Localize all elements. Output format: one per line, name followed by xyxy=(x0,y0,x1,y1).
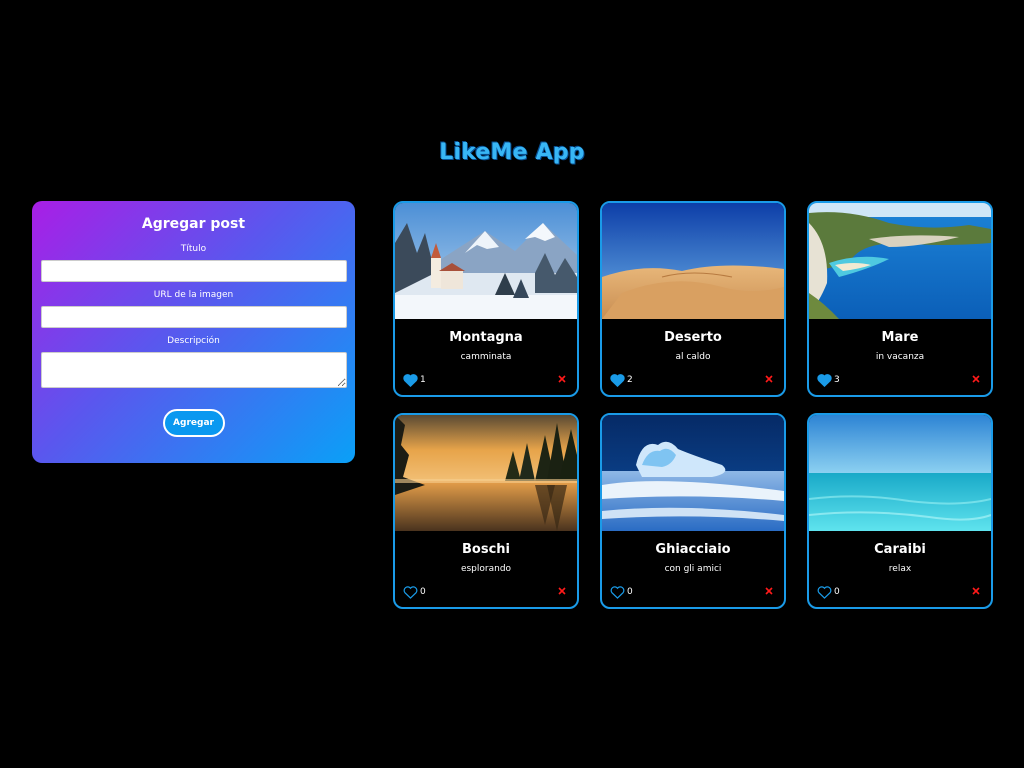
post-title: Ghiacciaio xyxy=(655,542,731,557)
post-image xyxy=(395,415,577,531)
post-title: Montagna xyxy=(449,330,523,345)
delete-icon[interactable] xyxy=(763,585,775,597)
like-count: 0 xyxy=(627,587,633,597)
post-description: relax xyxy=(888,564,912,574)
form-heading: Agregar post xyxy=(141,216,246,232)
delete-icon[interactable] xyxy=(970,373,982,385)
post-image xyxy=(809,203,991,319)
delete-icon[interactable] xyxy=(556,373,568,385)
like-button[interactable]: 1 xyxy=(403,373,426,387)
image-url-input[interactable] xyxy=(40,306,347,328)
post-image xyxy=(602,203,784,319)
post-title: Boschi xyxy=(462,542,510,557)
like-count: 0 xyxy=(420,587,426,597)
post-card: Montagna camminata 1 xyxy=(393,201,579,397)
post-title: Deserto xyxy=(664,330,722,345)
post-description: con gli amici xyxy=(664,564,722,574)
post-card: Deserto al caldo 2 xyxy=(600,201,786,397)
like-count: 3 xyxy=(834,375,840,385)
image-url-label: URL de la imagen xyxy=(153,290,234,300)
post-description: esplorando xyxy=(460,564,512,574)
heart-filled-icon xyxy=(610,373,625,387)
like-button[interactable]: 0 xyxy=(817,585,840,599)
post-title: Caraibi xyxy=(874,542,926,557)
post-card: Boschi esplorando 0 xyxy=(393,413,579,609)
like-button[interactable]: 2 xyxy=(610,373,633,387)
post-image xyxy=(809,415,991,531)
heart-filled-icon xyxy=(403,373,418,387)
post-description: camminata xyxy=(460,352,512,362)
description-textarea[interactable] xyxy=(40,352,347,388)
title-input[interactable] xyxy=(40,260,347,282)
delete-icon[interactable] xyxy=(556,585,568,597)
like-button[interactable]: 0 xyxy=(610,585,633,599)
like-button[interactable]: 3 xyxy=(817,373,840,387)
like-count: 1 xyxy=(420,375,426,385)
post-description: al caldo xyxy=(675,352,711,362)
like-button[interactable]: 0 xyxy=(403,585,426,599)
heart-outline-icon xyxy=(610,585,625,599)
add-post-button[interactable]: Agregar xyxy=(162,409,225,437)
description-label: Descripción xyxy=(167,336,220,346)
post-image xyxy=(602,415,784,531)
posts-grid: Montagna camminata 1 Deserto al caldo 2 … xyxy=(393,201,995,611)
app-title: LikeMe App xyxy=(439,140,585,165)
post-title: Mare xyxy=(881,330,919,345)
heart-outline-icon xyxy=(403,585,418,599)
post-card: Ghiacciaio con gli amici 0 xyxy=(600,413,786,609)
post-description: in vacanza xyxy=(875,352,925,362)
like-count: 2 xyxy=(627,375,633,385)
heart-filled-icon xyxy=(817,373,832,387)
title-label: Título xyxy=(180,244,207,254)
delete-icon[interactable] xyxy=(763,373,775,385)
post-card: Mare in vacanza 3 xyxy=(807,201,993,397)
post-card: Caraibi relax 0 xyxy=(807,413,993,609)
delete-icon[interactable] xyxy=(970,585,982,597)
post-image xyxy=(395,203,577,319)
heart-outline-icon xyxy=(817,585,832,599)
like-count: 0 xyxy=(834,587,840,597)
add-post-form: Agregar post Título URL de la imagen Des… xyxy=(32,201,355,463)
